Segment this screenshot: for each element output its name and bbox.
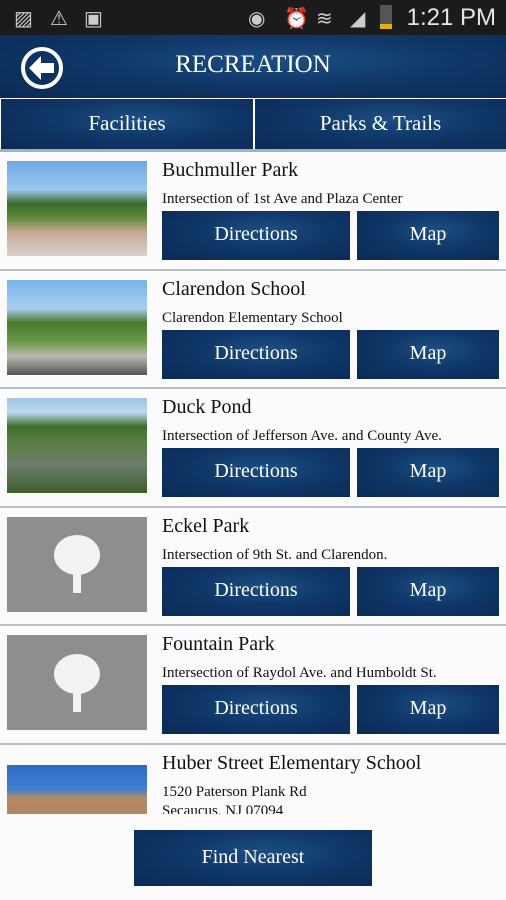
tab-facilities[interactable]: Facilities: [1, 99, 253, 149]
directions-button[interactable]: Directions: [162, 329, 350, 379]
directions-button[interactable]: Directions: [162, 566, 350, 616]
placeholder-image: [7, 635, 147, 730]
placeholder-image: [7, 516, 147, 612]
list-item: Clarendon School Clarendon Elementary Sc…: [0, 271, 506, 389]
footer: Find Nearest: [0, 814, 506, 900]
location-name: Clarendon School: [162, 277, 306, 300]
clock: 1:21 PM: [406, 4, 496, 31]
list-item: Eckel Park Intersection of 9th St. and C…: [0, 508, 506, 626]
list-item: Buchmuller Park Intersection of 1st Ave …: [0, 152, 506, 271]
image-icon: ▨: [14, 8, 33, 30]
map-button[interactable]: Map: [357, 329, 499, 379]
address-line: Secaucus, NJ 07094: [162, 802, 284, 815]
tree-icon: [54, 653, 100, 712]
app-header: RECREATION: [0, 35, 506, 98]
directions-button[interactable]: Directions: [162, 211, 350, 260]
location-address: 1520 Paterson Plank Rd Secaucus, NJ 07094: [162, 783, 307, 815]
tree-icon: [54, 535, 100, 593]
location-address: Intersection of Jefferson Ave. and Count…: [162, 428, 442, 444]
signal-icon: ◢: [350, 8, 366, 30]
directions-button[interactable]: Directions: [162, 448, 350, 497]
location-name: Buchmuller Park: [162, 159, 299, 181]
tab-parks-trails[interactable]: Parks & Trails: [255, 99, 506, 149]
sim-icon: ▣: [84, 8, 103, 30]
map-button[interactable]: Map: [357, 448, 499, 497]
map-button[interactable]: Map: [357, 211, 499, 260]
location-photo: [7, 161, 147, 256]
location-photo: [7, 398, 147, 493]
list-item: Duck Pond Intersection of Jefferson Ave.…: [0, 389, 506, 508]
warning-icon: ⚠: [50, 8, 68, 30]
list-item: Fountain Park Intersection of Raydol Ave…: [0, 626, 506, 745]
location-address: Intersection of 1st Ave and Plaza Center: [162, 191, 403, 207]
map-button[interactable]: Map: [357, 566, 499, 616]
location-address: Intersection of 9th St. and Clarendon.: [162, 546, 388, 563]
eye-icon: ◉: [248, 8, 266, 30]
address-line: 1520 Paterson Plank Rd: [162, 783, 307, 800]
location-photo: [7, 279, 147, 375]
list-item: Huber Street Elementary School 1520 Pate…: [0, 745, 506, 815]
location-address: Clarendon Elementary School: [162, 309, 343, 326]
wifi-icon: ≋: [316, 8, 333, 30]
location-name: Fountain Park: [162, 633, 275, 655]
page-title: RECREATION: [175, 51, 331, 78]
location-name: Eckel Park: [162, 514, 250, 537]
alarm-icon: ⏰: [284, 8, 309, 30]
location-name: Duck Pond: [162, 396, 252, 418]
find-nearest-button[interactable]: Find Nearest: [134, 830, 372, 886]
status-bar: ▨ ⚠ ▣ ◉ ⏰ ≋ ◢ 1:21 PM: [0, 0, 506, 35]
location-name: Huber Street Elementary School: [162, 751, 422, 774]
location-list: Buchmuller Park Intersection of 1st Ave …: [0, 152, 506, 814]
directions-button[interactable]: Directions: [162, 685, 350, 734]
battery-icon: [380, 5, 392, 29]
tab-bar: Facilities Parks & Trails: [0, 98, 506, 152]
location-photo: [7, 764, 147, 814]
map-button[interactable]: Map: [357, 685, 499, 734]
location-address: Intersection of Raydol Ave. and Humboldt…: [162, 665, 437, 681]
